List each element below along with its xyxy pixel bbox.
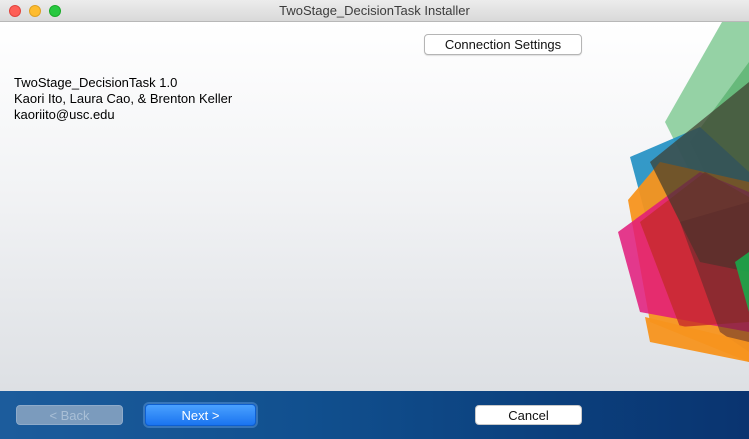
connection-settings-button[interactable]: Connection Settings bbox=[424, 34, 582, 55]
installer-content: Connection Settings TwoStage_DecisionTas… bbox=[0, 22, 749, 391]
title-bar: TwoStage_DecisionTask Installer bbox=[0, 0, 749, 22]
installer-window: TwoStage_DecisionTask Installer Connecti… bbox=[0, 0, 749, 439]
navigation-bar: < Back Next > Cancel bbox=[0, 391, 749, 439]
cancel-button[interactable]: Cancel bbox=[475, 405, 582, 425]
window-title: TwoStage_DecisionTask Installer bbox=[279, 3, 470, 18]
product-authors: Kaori Ito, Laura Cao, & Brenton Keller bbox=[14, 91, 233, 106]
back-button[interactable]: < Back bbox=[16, 405, 123, 425]
next-button[interactable]: Next > bbox=[145, 404, 256, 426]
product-info: TwoStage_DecisionTask 1.0 Kaori Ito, Lau… bbox=[14, 75, 232, 123]
product-contact-email: kaoriito@usc.edu bbox=[14, 107, 115, 122]
product-name-version: TwoStage_DecisionTask 1.0 bbox=[14, 75, 178, 90]
